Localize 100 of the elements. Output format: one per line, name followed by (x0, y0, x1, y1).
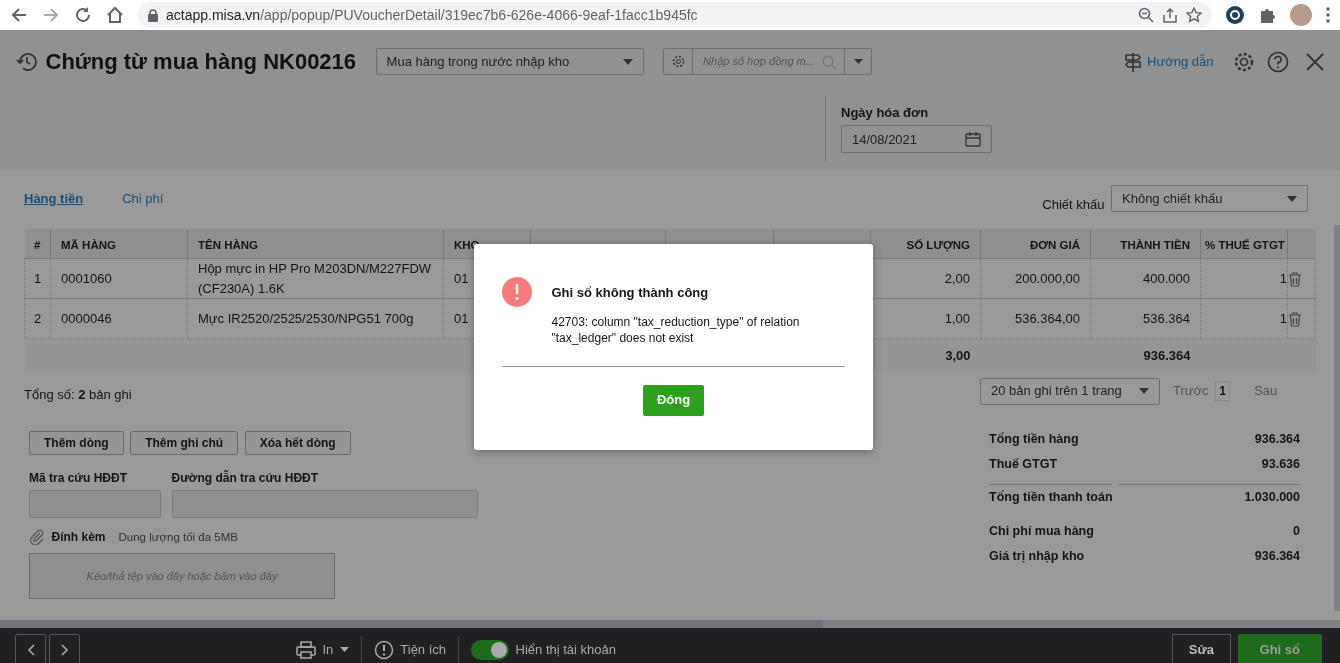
guide-link[interactable]: Hướng dẫn (1121, 50, 1214, 73)
close-icon[interactable] (1305, 51, 1325, 72)
column-header: THÀNH TIỀN (1120, 238, 1190, 251)
help-icon[interactable] (1267, 50, 1289, 73)
settings-icon[interactable] (1233, 50, 1255, 73)
voucher-type-select[interactable]: Mua hàng trong nước nhập kho (375, 48, 644, 75)
column-header: TÊN HÀNG (198, 238, 259, 251)
field-label: Đường dẫn tra cứu HĐĐT (171, 469, 320, 487)
total-value: 3,00 (945, 347, 971, 363)
summary-label: Chi phí mua hàng (989, 522, 1094, 540)
table-cell: 400.000 (1143, 270, 1190, 286)
summary-label: Tổng tiền hàng (989, 430, 1079, 448)
attachment-hint: Dung lượng tối đa 5MB (118, 529, 238, 545)
home-icon[interactable] (106, 6, 124, 24)
close-button[interactable]: Đóng (643, 384, 704, 416)
action-button[interactable]: Xóa hết dòng (244, 431, 351, 455)
caret-icon (339, 647, 349, 652)
column-header: ĐƠN GIÁ (1029, 238, 1080, 251)
table-cell: 01 (454, 310, 469, 326)
summary-value: 93.636 (1261, 455, 1300, 473)
dialog-message: 42703: column "tax_reduction_type" of relation "tax_ledger" does not exist (551, 313, 801, 346)
page-number[interactable]: 1 (1215, 381, 1231, 401)
calendar-icon (965, 131, 981, 148)
summary-value: 1.030.000 (1244, 488, 1300, 506)
attachment-label: Đính kèm (51, 529, 106, 547)
table-cell: Hộp mực in HP Pro M203DN/M227FDW (CF230A) 1.6K (198, 261, 432, 296)
table-cell: 01 (454, 270, 469, 286)
table-cell: 1 (33, 270, 42, 286)
print-button[interactable]: In (295, 639, 349, 660)
next-button[interactable] (49, 634, 81, 663)
error-icon (502, 277, 532, 307)
page-size-select[interactable]: 20 bản ghi trên 1 trang (980, 377, 1160, 405)
star-icon[interactable] (1186, 7, 1202, 23)
chevron-left-icon (26, 643, 35, 656)
column-header: MÃ HÀNG (61, 238, 116, 251)
table-cell: 2,00 (944, 270, 970, 286)
reload-icon[interactable] (74, 6, 92, 24)
table-cell: 536.364 (1143, 310, 1190, 326)
edit-button[interactable]: Sửa (1171, 634, 1232, 663)
date-field[interactable]: 14/08/2021 (841, 125, 992, 154)
scrollbar[interactable] (1334, 225, 1340, 611)
kebab-menu-icon[interactable] (1326, 7, 1330, 23)
caret-icon (622, 58, 633, 65)
table-cell: 0000046 (61, 310, 112, 326)
toggle-switch[interactable] (471, 639, 510, 660)
caret-icon (1139, 388, 1149, 394)
zoom-out-icon[interactable] (1138, 7, 1154, 23)
field-label: Ngày hóa đơn (841, 103, 930, 122)
total-value: 936.364 (1143, 347, 1191, 363)
table-cell: 200.000,00 (1014, 270, 1080, 286)
table-cell: Mực IR2520/2525/2530/NPG51 700g (198, 310, 414, 326)
dialog-title: Ghi sổ không thành công (551, 284, 710, 302)
share-icon[interactable] (1162, 7, 1178, 23)
summary-label: Tổng tiền thanh toán (989, 488, 1113, 506)
lock-icon (148, 8, 158, 22)
trash-icon[interactable] (1288, 311, 1302, 327)
chevron-right-icon (60, 643, 69, 656)
summary-value: 936.364 (1254, 430, 1300, 448)
previous-button[interactable] (15, 634, 46, 663)
previous-page-link[interactable]: Trước (1173, 381, 1209, 401)
next-page-link[interactable]: Sau (1254, 381, 1278, 401)
summary-label: Giá trị nhập kho (989, 547, 1085, 565)
table-cell: 536.364,00 (1014, 310, 1080, 326)
discount-select[interactable]: Không chiết khấu (1111, 185, 1308, 212)
utilities-button[interactable]: Tiện ích (373, 639, 447, 660)
table-cell: 1,00 (944, 310, 970, 326)
back-icon[interactable] (10, 6, 28, 24)
table-cell: 2 (33, 310, 42, 326)
summary-value: 0 (1293, 522, 1300, 540)
tab[interactable]: Chi phí (122, 188, 164, 208)
summary-value: 936.364 (1254, 547, 1300, 565)
column-header: SỐ LƯỢNG (906, 238, 970, 251)
trash-icon[interactable] (1288, 271, 1302, 287)
column-header: % THUẾ GTGT (1205, 238, 1285, 251)
table-cell: 0001060 (61, 270, 112, 286)
column-header: # (34, 238, 41, 251)
page-title: Chứng từ mua hàng NK00216 (45, 48, 357, 76)
url-text: actapp.misa.vn/app/popup/PUVoucherDetail/319ec7b6-626e-4066-9eaf-1facc1b945fc (166, 5, 698, 25)
avatar-icon[interactable] (1290, 4, 1312, 26)
address-bar[interactable]: actapp.misa.vn/app/popup/PUVoucherDetail/319ec7b6-626e-4066-9eaf-1facc1b945fc (138, 2, 1212, 28)
toggle-label: Hiển thị tài khoản (515, 640, 616, 659)
summary-label: Thuế GTGT (989, 455, 1058, 473)
field-label: Mã tra cứu HĐĐT (29, 470, 129, 487)
puzzle-icon[interactable] (1258, 6, 1276, 24)
forward-icon[interactable] (42, 6, 60, 24)
action-button[interactable]: Thêm ghi chú (130, 431, 239, 455)
caret-icon (1287, 195, 1297, 202)
extension-icon[interactable] (1226, 6, 1244, 24)
field-label: Chiết khấu (1042, 196, 1105, 214)
tab[interactable]: Hàng tiền (24, 188, 84, 208)
scrollbar[interactable] (0, 620, 1340, 628)
table-cell: 1 (1279, 270, 1287, 286)
input-field[interactable] (29, 490, 161, 519)
action-button[interactable]: Thêm dòng (29, 431, 124, 455)
table-cell: 1 (1279, 310, 1287, 326)
printer-icon (295, 640, 316, 659)
info-icon (373, 639, 394, 660)
input-field[interactable] (171, 490, 478, 519)
paperclip-icon (29, 529, 45, 546)
record-count: Tổng số: 2 bản ghi (24, 385, 132, 404)
